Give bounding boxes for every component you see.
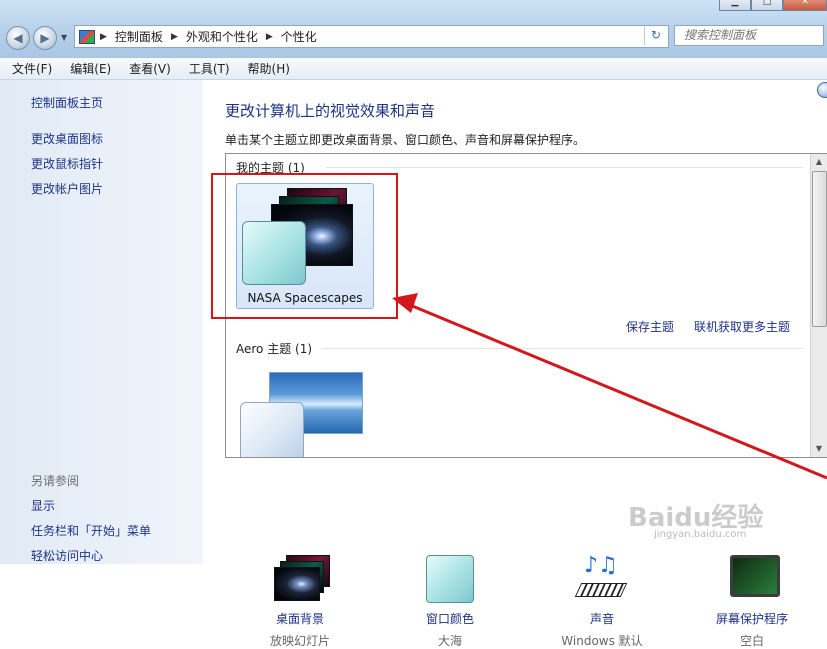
annotation-arrow [392,293,827,480]
watermark-url: jingyan.baidu.com [654,529,747,540]
window-color-value: 大海 [437,634,462,648]
window-color-label: 窗口颜色 [425,612,474,626]
screensaver-value: 空白 [739,634,764,648]
desktop-background-label: 桌面背景 [275,612,324,626]
sound-label: 声音 [589,612,614,626]
screensaver-label: 屏幕保护程序 [715,612,788,626]
sound-value: Windows 默认 [561,634,643,648]
desktop-background-value: 放映幻灯片 [269,634,330,648]
